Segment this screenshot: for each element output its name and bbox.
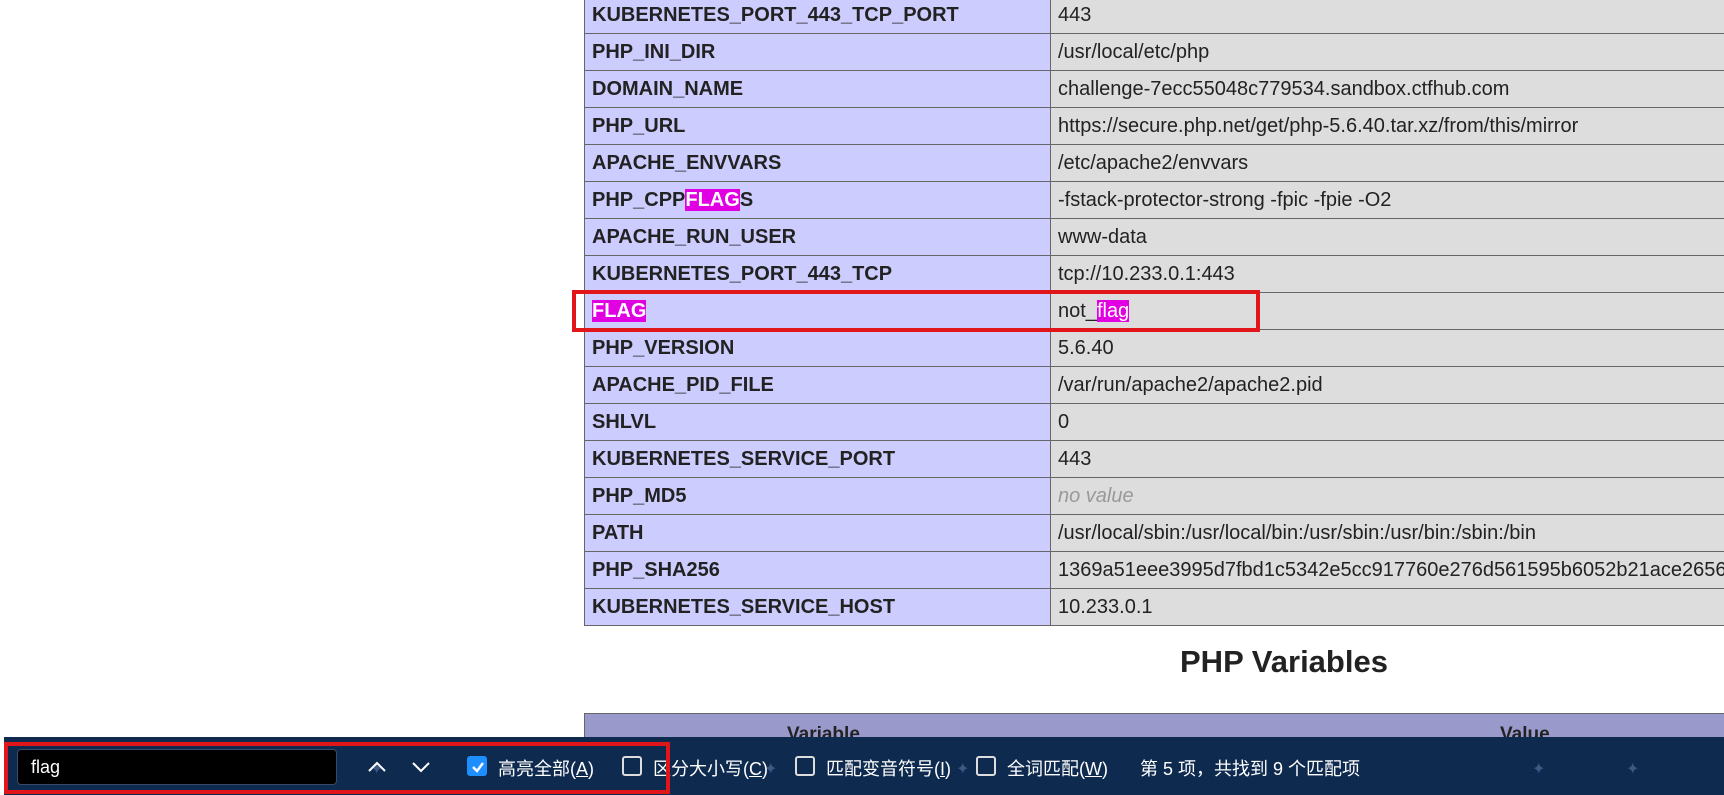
env-key: KUBERNETES_PORT_443_TCP [584, 255, 1051, 293]
table-row: KUBERNETES_SERVICE_PORT 443 [584, 440, 1724, 478]
whole-words-label[interactable]: 全词匹配(W) [1007, 755, 1108, 781]
env-key: KUBERNETES_SERVICE_HOST [584, 588, 1051, 626]
env-value: 0 [1050, 403, 1724, 441]
table-row: PHP_VERSION 5.6.40 [584, 329, 1724, 367]
env-key: DOMAIN_NAME [584, 70, 1051, 108]
env-value: /var/run/apache2/apache2.pid [1050, 366, 1724, 404]
env-value: https://secure.php.net/get/php-5.6.40.ta… [1050, 107, 1724, 145]
match-count-status: 第 5 项，共找到 9 个匹配项 [1140, 759, 1361, 779]
env-value: /usr/local/etc/php [1050, 33, 1724, 71]
env-value: -fstack-protector-strong -fpic -fpie -O2 [1050, 181, 1724, 219]
decorative-sparkle-icon: ✦ [956, 761, 970, 778]
php-variables-heading: PHP Variables [1180, 644, 1388, 679]
table-row: APACHE_PID_FILE /var/run/apache2/apache2… [584, 366, 1724, 404]
env-value: /usr/local/sbin:/usr/local/bin:/usr/sbin… [1050, 514, 1724, 552]
table-row: PATH /usr/local/sbin:/usr/local/bin:/usr… [584, 514, 1724, 552]
table-row: PHP_INI_DIR /usr/local/etc/php [584, 33, 1724, 71]
search-match-highlight: FLAG [685, 188, 740, 211]
env-key-with-match: PHP_CPPFLAGS [584, 181, 1051, 219]
env-value: www-data [1050, 218, 1724, 256]
table-row: APACHE_RUN_USER www-data [584, 218, 1724, 256]
env-value: 5.6.40 [1050, 329, 1724, 367]
env-key: APACHE_PID_FILE [584, 366, 1051, 404]
table-row: KUBERNETES_SERVICE_HOST 10.233.0.1 [584, 588, 1724, 626]
env-key: PATH [584, 514, 1051, 552]
env-key: PHP_URL [584, 107, 1051, 145]
env-value: challenge-7ecc55048c779534.sandbox.ctfhu… [1050, 70, 1724, 108]
match-case-label[interactable]: 区分大小写(C) [653, 755, 768, 781]
table-row: KUBERNETES_PORT_443_TCP tcp://10.233.0.1… [584, 255, 1724, 293]
env-value-empty: no value [1050, 477, 1724, 515]
env-value: 1369a51eee3995d7fbd1c5342e5cc917760e276d… [1050, 551, 1724, 589]
table-row: APACHE_ENVVARS /etc/apache2/envvars [584, 144, 1724, 182]
env-value: /etc/apache2/envvars [1050, 144, 1724, 182]
table-row: PHP_URL https://secure.php.net/get/php-5… [584, 107, 1724, 145]
decorative-sparkle-icon: ✦ [1626, 761, 1640, 778]
table-row: PHP_MD5 no value [584, 477, 1724, 515]
whole-words-checkbox[interactable] [976, 756, 996, 776]
env-value: 10.233.0.1 [1050, 588, 1724, 626]
decorative-sparkle-icon: ✦ [1532, 761, 1546, 778]
env-key: KUBERNETES_SERVICE_PORT [584, 440, 1051, 478]
env-key: SHLVL [584, 403, 1051, 441]
table-row: DOMAIN_NAME challenge-7ecc55048c779534.s… [584, 70, 1724, 108]
key-text: S [739, 188, 754, 211]
table-row: KUBERNETES_PORT_443_TCP_PORT 443 [584, 0, 1724, 34]
env-value: 443 [1050, 0, 1724, 34]
env-key: APACHE_ENVVARS [584, 144, 1051, 182]
env-key: APACHE_RUN_USER [584, 218, 1051, 256]
env-value: tcp://10.233.0.1:443 [1050, 255, 1724, 293]
match-diacritics-checkbox[interactable] [795, 756, 815, 776]
flag-row-annotation-box [572, 290, 1260, 332]
table-row: SHLVL 0 [584, 403, 1724, 441]
match-diacritics-label[interactable]: 匹配变音符号(I) [826, 755, 951, 781]
env-key: KUBERNETES_PORT_443_TCP_PORT [584, 0, 1051, 34]
env-key: PHP_VERSION [584, 329, 1051, 367]
env-key: PHP_SHA256 [584, 551, 1051, 589]
find-controls-annotation-box [4, 742, 670, 794]
env-value: 443 [1050, 440, 1724, 478]
key-text: PHP_CPP [592, 188, 686, 211]
env-key: PHP_MD5 [584, 477, 1051, 515]
table-row: PHP_CPPFLAGS -fstack-protector-strong -f… [584, 181, 1724, 219]
env-key: PHP_INI_DIR [584, 33, 1051, 71]
table-row: PHP_SHA256 1369a51eee3995d7fbd1c5342e5cc… [584, 551, 1724, 589]
